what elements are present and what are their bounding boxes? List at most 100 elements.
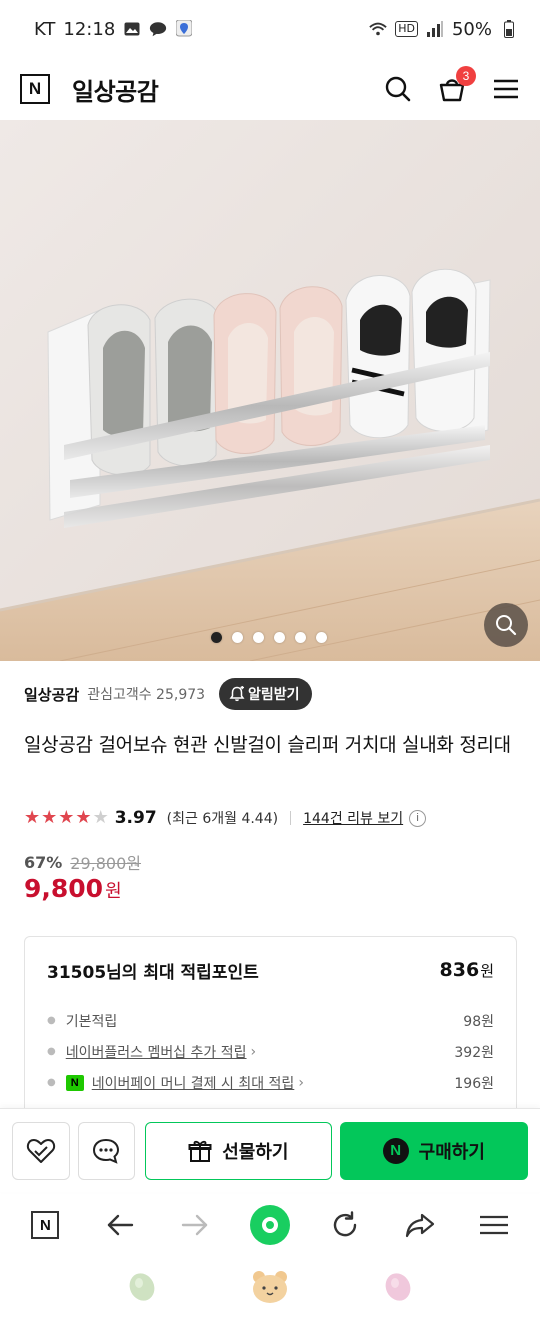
pink-bean-icon[interactable] <box>383 1272 413 1306</box>
interest-count: 관심고객수 25,973 <box>87 687 206 703</box>
naverpay-icon: N <box>382 1137 409 1164</box>
info-icon[interactable]: i <box>409 809 427 827</box>
share-button[interactable] <box>398 1203 442 1247</box>
naver-logo[interactable]: N <box>20 74 50 104</box>
wifi-icon <box>369 21 387 37</box>
search-icon <box>385 76 411 102</box>
back-button[interactable] <box>98 1203 142 1247</box>
rating-row: ★ ★ ★ ★ ★ 3.97 (최근 6개월 4.44) 144건 리뷰 보기 i <box>24 804 520 832</box>
star-icon: ★ <box>58 807 75 828</box>
buy-button[interactable]: N 구매하기 <box>339 1121 528 1180</box>
back-icon <box>108 1214 134 1236</box>
store-title[interactable]: 일상공감 <box>72 72 159 107</box>
green-dot-button[interactable] <box>248 1203 292 1247</box>
naver-home-button[interactable]: N <box>23 1203 67 1247</box>
gallery-notification-icon <box>123 21 141 37</box>
slide-indicator <box>0 632 540 643</box>
point-value: 98원 <box>463 1013 494 1030</box>
recent-rating: (최근 6개월 4.44) <box>166 811 279 827</box>
star-icon: ★ <box>92 807 109 828</box>
menu-icon <box>494 79 518 99</box>
points-box: 31505님의 최대 적립포인트 836원 ● 기본적립 98원 ● 네이버플러… <box>24 936 517 1126</box>
clock: 12:18 <box>63 18 116 40</box>
points-total: 836원 <box>439 959 494 981</box>
alarm-button[interactable]: 알림받기 <box>219 678 312 710</box>
bear-icon[interactable] <box>250 1270 290 1308</box>
menu-icon <box>480 1215 509 1235</box>
green-dot-icon <box>249 1205 290 1245</box>
list-item[interactable]: ● N 네이버페이 머니 결제 시 최대 적립 › 196원 <box>47 1067 494 1098</box>
battery-icon <box>500 20 518 38</box>
slide-dot[interactable] <box>274 632 285 643</box>
refresh-icon <box>333 1211 356 1237</box>
star-icon: ★ <box>24 807 41 828</box>
point-label: 기본적립 <box>65 1013 118 1030</box>
bell-icon <box>229 686 245 702</box>
slide-dot[interactable] <box>232 632 243 643</box>
point-value: 196원 <box>454 1075 494 1092</box>
alarm-label: 알림받기 <box>248 687 300 703</box>
purchase-action-bar: 선물하기 N 구매하기 <box>0 1108 540 1192</box>
point-label[interactable]: 네이버페이 머니 결제 시 최대 적립 <box>92 1073 295 1093</box>
map-notification-icon <box>175 20 193 37</box>
discount-row: 67% 29,800원 <box>24 850 141 874</box>
price-unit: 원 <box>105 881 122 902</box>
points-title: 31505님의 최대 적립포인트 <box>47 962 259 983</box>
share-icon <box>405 1213 434 1238</box>
green-bean-icon[interactable] <box>127 1272 157 1306</box>
forward-button[interactable] <box>173 1203 217 1247</box>
cart-button[interactable]: 3 <box>438 66 476 103</box>
slide-dot[interactable] <box>316 632 327 643</box>
browser-toolbar: N <box>0 1192 540 1258</box>
gift-button[interactable]: 선물하기 <box>145 1121 332 1180</box>
menu-button[interactable] <box>492 75 520 103</box>
heart-icon <box>26 1138 55 1163</box>
product-image[interactable] <box>0 120 540 661</box>
hd-indicator: HD <box>395 21 418 37</box>
naver-logo-icon: N <box>31 1211 60 1239</box>
star-rating: ★ ★ ★ ★ ★ <box>24 809 109 827</box>
slide-dot[interactable] <box>211 632 222 643</box>
shoe-rack-photo <box>0 120 540 661</box>
points-list: ● 기본적립 98원 ● 네이버플러스 멤버십 추가 적립 › 392원 ● N… <box>47 1005 494 1098</box>
sale-price: 9,800 원 <box>24 874 122 903</box>
gift-icon <box>188 1140 212 1162</box>
refresh-button[interactable] <box>323 1203 367 1247</box>
search-button[interactable] <box>384 75 412 103</box>
talk-notification-icon <box>149 21 167 37</box>
star-icon: ★ <box>75 807 92 828</box>
chevron-right-icon: › <box>250 1043 257 1060</box>
buy-label: 구매하기 <box>418 1141 485 1163</box>
list-item[interactable]: ● 네이버플러스 멤버십 추가 적립 › 392원 <box>47 1036 494 1067</box>
list-item: ● 기본적립 98원 <box>47 1005 494 1036</box>
star-icon: ★ <box>41 807 58 828</box>
original-price: 29,800원 <box>70 854 142 873</box>
seller-name[interactable]: 일상공감 <box>24 684 79 705</box>
talk-icon <box>93 1138 120 1164</box>
product-title: 일상공감 걸어보슈 현관 신발걸이 슬리퍼 거치대 실내화 정리대 <box>24 734 511 756</box>
status-bar: KT 12:18 HD 50% <box>0 0 540 58</box>
browser-menu-button[interactable] <box>472 1203 516 1247</box>
signal-icon <box>426 21 444 37</box>
slide-dot[interactable] <box>295 632 306 643</box>
rating-value: 3.97 <box>114 808 157 828</box>
npay-icon: N <box>65 1074 84 1091</box>
gift-label: 선물하기 <box>222 1141 289 1163</box>
slide-dot[interactable] <box>253 632 264 643</box>
carrier: KT <box>34 18 56 40</box>
chevron-right-icon: › <box>298 1074 304 1091</box>
price-value: 9,800 <box>24 874 104 903</box>
cart-count-badge: 3 <box>456 66 476 86</box>
system-dock <box>0 1258 540 1320</box>
discount-rate: 67% <box>24 852 63 872</box>
zoom-icon <box>496 615 517 636</box>
point-value: 392원 <box>454 1044 494 1061</box>
image-zoom-button[interactable] <box>484 603 528 647</box>
wishlist-button[interactable] <box>12 1121 70 1180</box>
forward-icon <box>181 1214 208 1236</box>
battery-percent: 50% <box>451 18 492 40</box>
point-label[interactable]: 네이버플러스 멤버십 추가 적립 <box>66 1042 247 1062</box>
divider <box>290 811 292 825</box>
review-link[interactable]: 144건 리뷰 보기 <box>303 808 403 828</box>
talk-button[interactable] <box>77 1121 136 1180</box>
